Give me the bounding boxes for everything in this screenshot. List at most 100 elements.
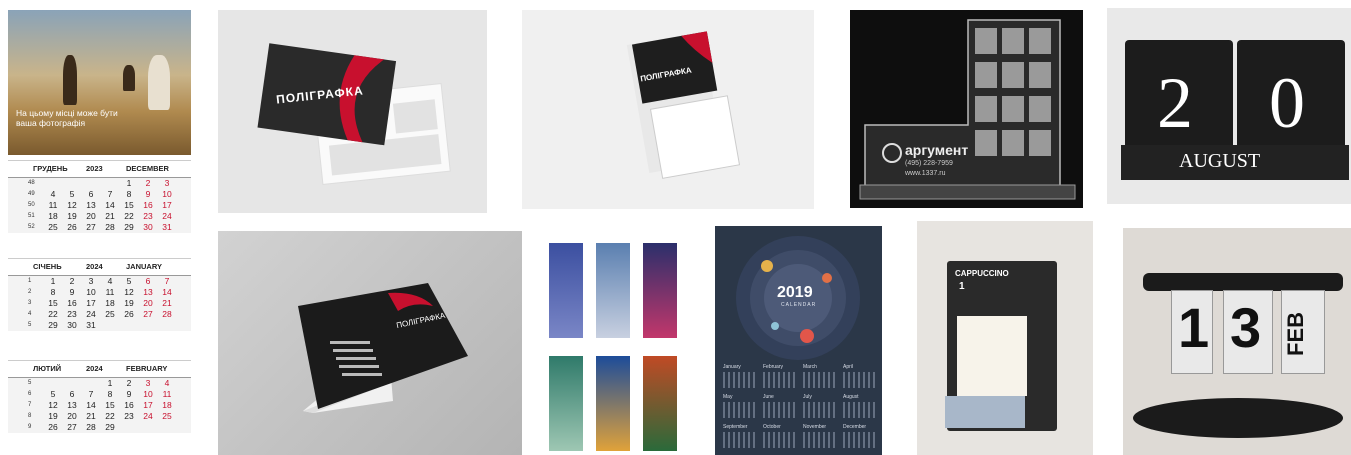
- pocket-calendar-tile[interactable]: ПОЛІГРАФКА: [218, 10, 487, 213]
- day-ones: 3: [1230, 296, 1262, 359]
- week-number: 4: [28, 311, 32, 317]
- month-block: ГРУДЕНЬ 2023 DECEMBER 48 1 2 3 49 4 5 6 7 8 9 10 50 11 12…: [8, 160, 191, 233]
- poster-year: 2019: [777, 284, 813, 301]
- day-cell: 18: [162, 400, 172, 410]
- box-number: 1: [959, 281, 965, 292]
- calendar-card: [957, 316, 1027, 396]
- poster-month-label: November: [803, 424, 827, 430]
- week-number: 2: [28, 289, 32, 295]
- flip-base: [1133, 398, 1343, 438]
- poster-month-label: April: [843, 364, 854, 370]
- day-cell: 6: [69, 389, 75, 399]
- day-cell: 22: [124, 211, 134, 221]
- week-row: 49 4 5 6 7 8 9 10: [8, 189, 191, 200]
- poster-month-grid: [803, 402, 835, 418]
- month-header: ГРУДЕНЬ 2023 DECEMBER: [8, 161, 191, 178]
- day-cell: 13: [143, 287, 153, 297]
- day-cell: 10: [143, 389, 153, 399]
- day-cell: 2: [69, 276, 75, 286]
- day-cell: 13: [86, 200, 96, 210]
- acrylic-calendar-image: [859, 19, 1076, 200]
- poster-month-label: October: [763, 424, 781, 430]
- day-cell: 15: [105, 400, 115, 410]
- phone-text: (495) 228-7959: [905, 160, 953, 167]
- wall-calendar-tile[interactable]: На цьому місці може бути ваша фотографія…: [8, 10, 191, 455]
- day-cell: 3: [88, 276, 94, 286]
- week-row: 3 15 16 17 18 19 20 21: [8, 298, 191, 309]
- desk-calendar-tile[interactable]: ПОЛІГРАФКА: [218, 231, 522, 455]
- day-cell: 10: [86, 287, 96, 297]
- day-cell: 6: [145, 276, 151, 286]
- week-row: 48 1 2 3: [8, 178, 191, 189]
- day-cell: 24: [162, 211, 172, 221]
- week-number: 7: [28, 402, 32, 408]
- day-cell: 14: [86, 400, 96, 410]
- month-label: FEB: [1283, 312, 1308, 356]
- day-cell: 9: [126, 389, 132, 399]
- month-header-en: FEBRUARY: [126, 364, 168, 373]
- day-cell: 1: [50, 276, 56, 286]
- bookmark-4: [549, 356, 583, 451]
- poster-month-grid: [803, 432, 835, 448]
- day-cell: 4: [164, 378, 170, 388]
- poster-month-grid: [763, 402, 795, 418]
- day-cell: 16: [143, 200, 153, 210]
- day-cell: 5: [50, 389, 56, 399]
- bookmark-calendars-tile[interactable]: [541, 231, 684, 455]
- day-cell: 14: [162, 287, 172, 297]
- poster-month-label: December: [843, 424, 867, 430]
- block-calendar-tile[interactable]: 2 0 AUGUST: [1107, 8, 1351, 204]
- bookmark-1: [549, 243, 583, 338]
- day-cell: 19: [67, 211, 77, 221]
- box-base: [945, 396, 1025, 428]
- week-number: 6: [28, 391, 32, 397]
- space-poster-calendar-tile[interactable]: 2019 CALENDAR January February March April M…: [715, 226, 882, 455]
- bookmark-3: [643, 243, 677, 338]
- day-cell: 26: [67, 222, 77, 232]
- day-cell: 28: [105, 222, 115, 232]
- day-cell: 21: [86, 411, 96, 421]
- month-header-ua: СІЧЕНЬ: [33, 262, 62, 271]
- day-cell: 27: [86, 222, 96, 232]
- week-row: 7 12 13 14 15 16 17 18: [8, 400, 191, 411]
- day-cell: 29: [124, 222, 134, 232]
- week-row: 8 19 20 21 22 23 24 25: [8, 411, 191, 422]
- brand-logo: аргумент: [905, 142, 969, 158]
- day-cell: 31: [86, 320, 96, 330]
- box-calendar-tile[interactable]: CAPPUCCINO 1: [917, 221, 1093, 455]
- day-digit-right: 0: [1269, 63, 1305, 143]
- hanging-calendar-tile[interactable]: ПОЛІГРАФКА: [522, 10, 814, 209]
- month-block: ЛЮТИЙ 2024 FEBRUARY 5 1 2 3 4 6 5 6 7 8 9 10 11 7 12 13 14 1…: [8, 360, 191, 433]
- acrylic-calendar-tile[interactable]: аргумент (495) 228-7959 www.1337.ru: [850, 10, 1083, 208]
- day-cell: 12: [67, 200, 77, 210]
- day-digit-left: 2: [1157, 63, 1193, 143]
- day-cell: 30: [67, 320, 77, 330]
- day-cell: 11: [105, 287, 115, 297]
- month-header-en: JANUARY: [126, 262, 162, 271]
- day-cell: 26: [48, 422, 58, 432]
- day-cell: 23: [67, 309, 77, 319]
- month-header-year: 2023: [86, 164, 103, 173]
- promo-text: На цьому місці може бути ваша фотографія: [16, 108, 118, 128]
- day-cell: 7: [107, 189, 113, 199]
- week-number: 49: [28, 191, 35, 197]
- day-cell: 20: [86, 211, 96, 221]
- day-cell: 2: [126, 378, 132, 388]
- day-cell: 20: [143, 298, 153, 308]
- poster-month-grid: [843, 372, 875, 388]
- day-cell: 30: [143, 222, 153, 232]
- flip-calendar-tile[interactable]: 1 3 FEB: [1123, 228, 1351, 455]
- week-number: 9: [28, 424, 32, 430]
- week-number: 8: [28, 413, 32, 419]
- family-photo: На цьому місці може бути ваша фотографія: [8, 10, 191, 155]
- week-number: 48: [28, 180, 35, 186]
- day-cell: 25: [162, 411, 172, 421]
- day-cell: 18: [48, 211, 58, 221]
- day-cell: 19: [48, 411, 58, 421]
- day-cell: 7: [88, 389, 94, 399]
- day-cell: 6: [88, 189, 94, 199]
- day-cell: 16: [124, 400, 134, 410]
- day-cell: 28: [162, 309, 172, 319]
- poster-month-label: March: [803, 364, 817, 370]
- box-label: CAPPUCCINO: [955, 269, 1009, 278]
